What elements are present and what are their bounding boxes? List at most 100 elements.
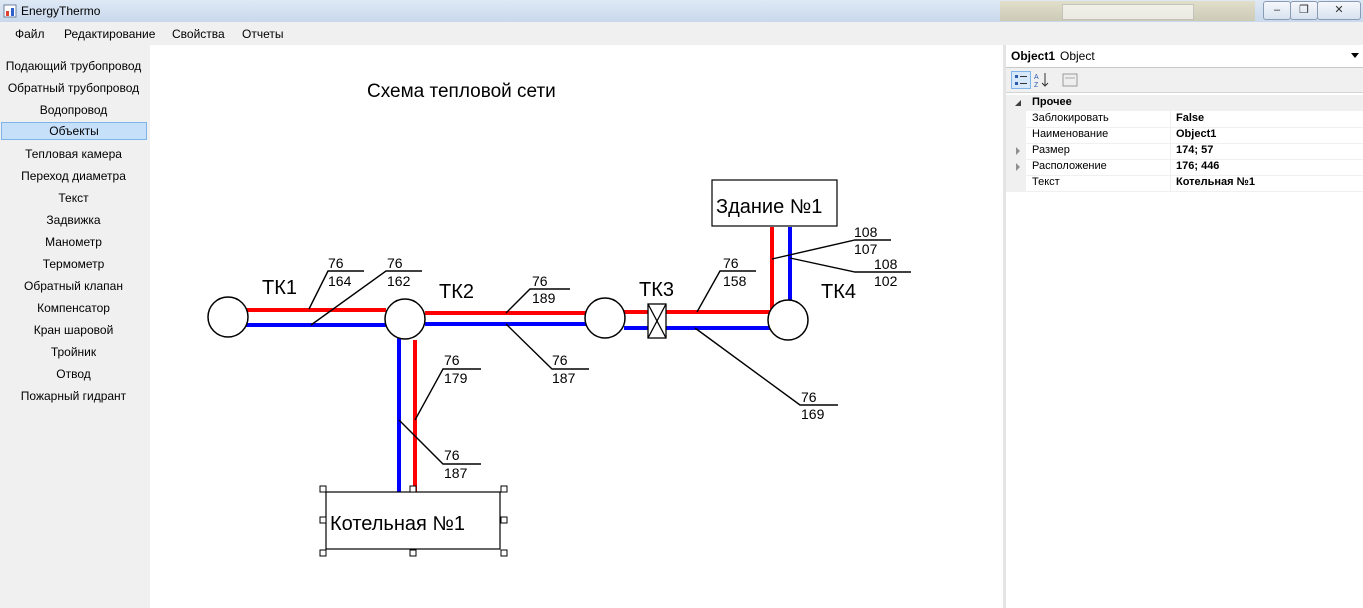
property-name: Заблокировать <box>1032 112 1109 124</box>
leader-label-bottom: 164 <box>328 273 352 289</box>
leader-label-bottom: 189 <box>532 290 556 306</box>
selected-object-type: Object <box>1060 49 1095 63</box>
property-name: Расположение <box>1032 160 1107 172</box>
tool-manometer[interactable]: Манометр <box>1 233 146 251</box>
property-row[interactable]: Размер 174; 57 <box>1006 143 1363 160</box>
chamber-label: ТК4 <box>821 281 856 303</box>
property-row[interactable]: Наименование Object1 <box>1006 127 1363 144</box>
resize-handle[interactable] <box>319 485 327 493</box>
resize-handle[interactable] <box>319 549 327 557</box>
window-title: EnergyThermo <box>21 4 101 18</box>
tool-fire-hydrant[interactable]: Пожарный гидрант <box>1 387 146 405</box>
tool-text[interactable]: Текст <box>1 189 146 207</box>
diagram-title: Схема тепловой сети <box>367 81 556 102</box>
toolbox-panel: Подающий трубопровод Обратный трубопрово… <box>0 45 150 608</box>
property-row[interactable]: Заблокировать False <box>1006 111 1363 128</box>
menu-edit[interactable]: Редактирование <box>64 27 155 41</box>
chamber-label: ТК1 <box>262 277 297 299</box>
gate-valve-icon[interactable] <box>647 303 667 339</box>
minimize-button[interactable]: – <box>1263 1 1291 20</box>
building-label: Здание №1 <box>716 196 822 218</box>
leader-label-top: 76 <box>328 255 344 271</box>
chamber-label: ТК2 <box>439 281 474 303</box>
menu-properties[interactable]: Свойства <box>172 27 225 41</box>
chamber-node[interactable] <box>384 298 426 340</box>
leader-label-bottom: 179 <box>444 370 468 386</box>
leader-label-bottom: 107 <box>854 241 878 257</box>
leader-label-top: 76 <box>387 255 403 271</box>
property-value[interactable]: 174; 57 <box>1176 144 1213 156</box>
background-search-ghost <box>1062 4 1194 20</box>
leader-label-bottom: 187 <box>444 465 468 481</box>
app-icon <box>3 4 17 18</box>
leader-label-top: 76 <box>723 255 739 271</box>
svg-text:A: A <box>1034 74 1039 81</box>
category-label: Прочее <box>1032 96 1072 108</box>
tool-supply-pipe[interactable]: Подающий трубопровод <box>1 57 146 75</box>
expand-icon[interactable] <box>1016 147 1020 155</box>
resize-handle[interactable] <box>500 485 508 493</box>
resize-handle[interactable] <box>409 485 417 493</box>
resize-handle[interactable] <box>500 516 508 524</box>
heat-network-diagram: Схема тепловой сети 76 164 76 162 76 189… <box>207 81 911 557</box>
categorized-icon[interactable] <box>1011 71 1031 89</box>
property-name: Наименование <box>1032 128 1109 140</box>
alphabetical-sort-icon[interactable]: A Z <box>1032 71 1052 89</box>
expand-icon[interactable] <box>1016 163 1020 171</box>
chamber-node[interactable] <box>767 299 809 341</box>
resize-handle[interactable] <box>409 549 417 557</box>
close-button[interactable]: ✕ <box>1317 1 1361 20</box>
menu-reports[interactable]: Отчеты <box>242 27 283 41</box>
maximize-button[interactable]: ❐ <box>1290 1 1318 20</box>
tool-heat-chamber[interactable]: Тепловая камера <box>1 145 146 163</box>
leader-label-top: 108 <box>874 256 898 272</box>
title-bar: EnergyThermo – ❐ ✕ <box>0 0 1363 23</box>
tool-diameter-transition[interactable]: Переход диаметра <box>1 167 146 185</box>
tool-ball-valve[interactable]: Кран шаровой <box>1 321 146 339</box>
tool-check-valve[interactable]: Обратный клапан <box>1 277 146 295</box>
leader-label-top: 76 <box>801 389 817 405</box>
leader-label-bottom: 187 <box>552 370 576 386</box>
chamber-node[interactable] <box>584 297 626 339</box>
tool-return-pipe[interactable]: Обратный трубопровод <box>1 79 146 97</box>
tool-compensator[interactable]: Компенсатор <box>1 299 146 317</box>
leader-label-top: 76 <box>552 352 568 368</box>
leader-label-bottom: 158 <box>723 273 747 289</box>
tool-water-pipe[interactable]: Водопровод <box>1 101 146 119</box>
property-value[interactable]: 176; 446 <box>1176 160 1219 172</box>
tool-tee[interactable]: Тройник <box>1 343 146 361</box>
leader-label-top: 108 <box>854 224 878 240</box>
leader-label-top: 76 <box>532 273 548 289</box>
boiler-label: Котельная №1 <box>330 513 465 535</box>
tool-gate-valve[interactable]: Задвижка <box>1 211 146 229</box>
property-value[interactable]: Object1 <box>1176 128 1216 140</box>
property-value[interactable]: Котельная №1 <box>1176 176 1255 188</box>
chevron-down-icon[interactable] <box>1351 53 1359 58</box>
tool-thermometer[interactable]: Термометр <box>1 255 146 273</box>
menu-bar: Файл Редактирование Свойства Отчеты <box>0 22 1363 44</box>
leader-label-bottom: 162 <box>387 273 411 289</box>
leader-label-bottom: 102 <box>874 273 898 289</box>
property-name: Текст <box>1032 176 1060 188</box>
chamber-node[interactable] <box>207 296 249 338</box>
svg-text:Z: Z <box>1034 82 1039 89</box>
property-row[interactable]: Расположение 176; 446 <box>1006 159 1363 176</box>
resize-handle[interactable] <box>500 549 508 557</box>
diagram-canvas[interactable]: Схема тепловой сети 76 164 76 162 76 189… <box>150 45 1003 608</box>
object-selector[interactable]: Object1 Object <box>1006 45 1363 68</box>
tool-elbow[interactable]: Отвод <box>1 365 146 383</box>
selected-object-name: Object1 <box>1011 49 1056 63</box>
property-grid: Object1 Object A Z Прочее Заблокировать … <box>1006 45 1363 608</box>
menu-file[interactable]: Файл <box>15 27 45 41</box>
property-value[interactable]: False <box>1176 112 1204 124</box>
leader-label-top: 76 <box>444 352 460 368</box>
collapse-triangle-icon[interactable] <box>1014 99 1022 107</box>
property-category[interactable]: Прочее <box>1006 95 1363 111</box>
leader-label-bottom: 169 <box>801 406 825 422</box>
tool-objects[interactable]: Объекты <box>1 122 147 140</box>
property-grid-toolbar: A Z <box>1006 68 1363 93</box>
property-pages-icon[interactable] <box>1060 71 1080 89</box>
leader-label-top: 76 <box>444 447 460 463</box>
resize-handle[interactable] <box>319 516 327 524</box>
property-row[interactable]: Текст Котельная №1 <box>1006 175 1363 192</box>
